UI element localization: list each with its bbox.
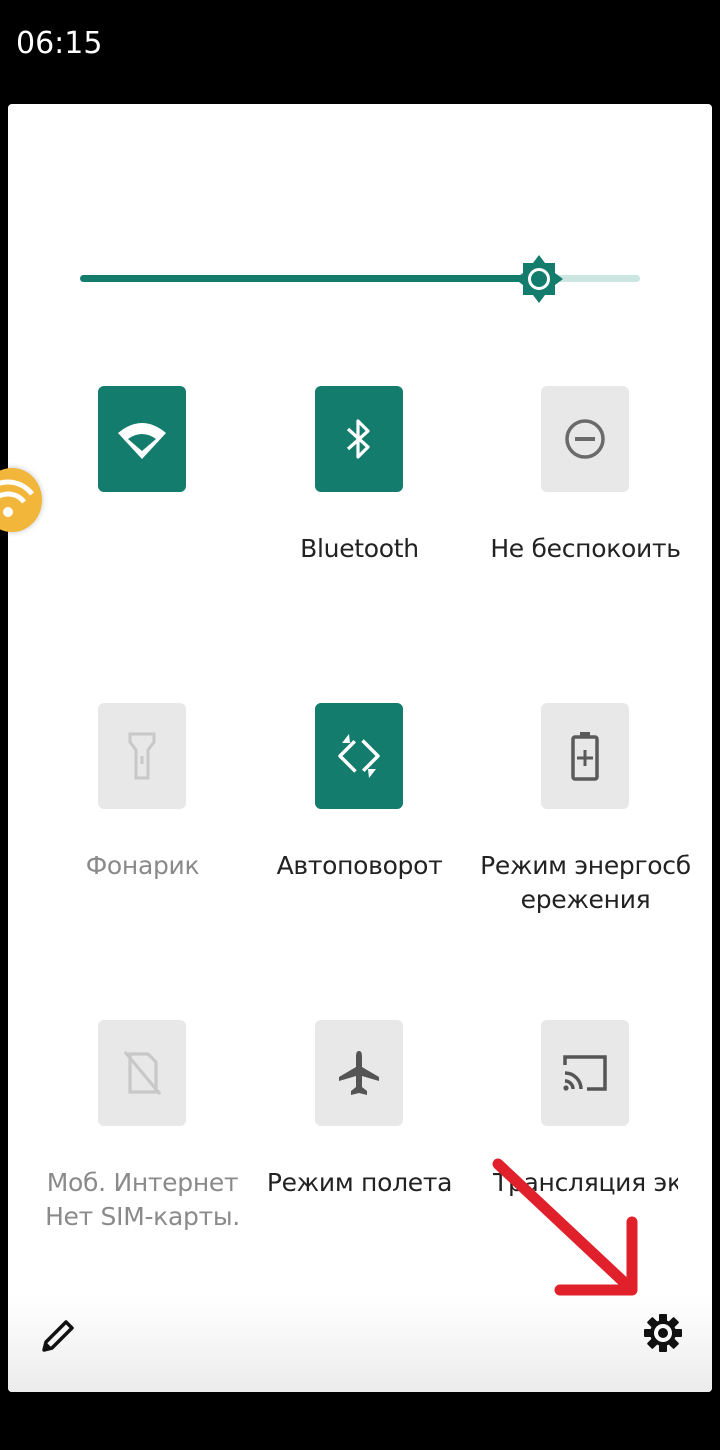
auto-rotate-icon <box>338 731 380 781</box>
status-bar: 06:15 <box>0 0 720 100</box>
cast-icon <box>563 1055 607 1091</box>
edit-icon[interactable] <box>38 1316 78 1356</box>
tile-dnd-label: Не беспокоить <box>490 534 681 563</box>
tile-dnd-box[interactable] <box>541 386 629 492</box>
tile-cast-box[interactable] <box>541 1020 629 1126</box>
tile-battery-saver-box[interactable] <box>541 703 629 809</box>
brightness-slider[interactable] <box>80 254 640 304</box>
brightness-track-fill <box>80 275 539 282</box>
tile-auto-rotate-label: Автоповорот <box>276 851 443 880</box>
no-sim-icon <box>123 1050 162 1096</box>
tile-bluetooth-box[interactable] <box>315 386 403 492</box>
airplane-icon <box>339 1051 379 1095</box>
tile-flashlight-label: Фонарик <box>85 851 200 880</box>
status-clock: 06:15 <box>16 26 103 61</box>
tile-battery-saver-label: Режим энергосб ережения <box>480 851 691 914</box>
wifi-bubble-icon <box>0 479 34 517</box>
battery-saver-icon <box>571 732 599 781</box>
tile-mobile-data-label: Моб. Интернет Нет SIM-карты. <box>45 1168 240 1231</box>
red-arrow-annotation <box>492 1158 638 1296</box>
tile-mobile-data-box[interactable] <box>98 1020 186 1126</box>
tile-airplane-label: Режим полета <box>266 1168 453 1197</box>
tile-wifi-box[interactable] <box>98 386 186 492</box>
do-not-disturb-icon <box>565 419 605 459</box>
tile-auto-rotate-box[interactable] <box>315 703 403 809</box>
flashlight-icon <box>128 732 156 780</box>
quick-settings-footer <box>8 1296 712 1392</box>
tile-airplane-box[interactable] <box>315 1020 403 1126</box>
floating-wifi-bubble[interactable] <box>0 468 42 532</box>
wifi-icon <box>118 423 166 459</box>
bluetooth-icon <box>346 419 370 459</box>
tile-flashlight-box[interactable] <box>98 703 186 809</box>
gear-icon[interactable] <box>642 1312 684 1354</box>
brightness-sun-icon[interactable] <box>514 254 564 304</box>
tile-bluetooth-label: Bluetooth <box>300 534 419 563</box>
